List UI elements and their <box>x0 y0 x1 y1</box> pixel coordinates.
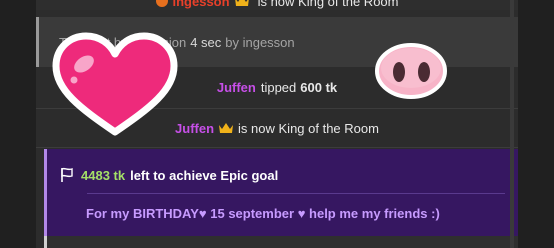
divider <box>36 147 518 148</box>
crown-icon <box>234 0 249 6</box>
topic-by: by ingesson <box>225 34 295 50</box>
goal-notice: 4483 tk left to achieve Epic goal For my… <box>44 149 518 236</box>
goal-status: 4483 tk left to achieve Epic goal <box>59 167 278 183</box>
username[interactable]: ingesson <box>173 0 230 9</box>
username[interactable]: Juffen <box>175 121 214 136</box>
goal-divider <box>87 193 505 194</box>
goal-text: left to achieve Epic goal <box>130 167 279 183</box>
topic-time: 4 sec <box>190 34 222 50</box>
chat-message-partial <box>44 236 518 248</box>
message-text: is now King of the Room <box>238 120 379 136</box>
chat-scrollbar[interactable] <box>510 0 514 248</box>
message-text: tipped <box>260 79 297 95</box>
fire-icon <box>155 0 168 7</box>
flag-icon <box>61 167 73 182</box>
pig-nose-sticker-icon <box>375 43 447 99</box>
goal-description: For my BIRTHDAY♥ 15 september ♥ help me … <box>86 206 440 221</box>
crown-icon <box>219 123 234 133</box>
tip-amount: 600 tk <box>300 79 338 95</box>
username[interactable]: Juffen <box>217 80 256 95</box>
heart-sticker-icon <box>52 32 178 136</box>
message-text: is now King of the Room <box>257 0 399 9</box>
chat-message-king-previous: ingesson is now King of the Room <box>36 0 518 10</box>
goal-amount: 4483 tk <box>81 167 126 183</box>
